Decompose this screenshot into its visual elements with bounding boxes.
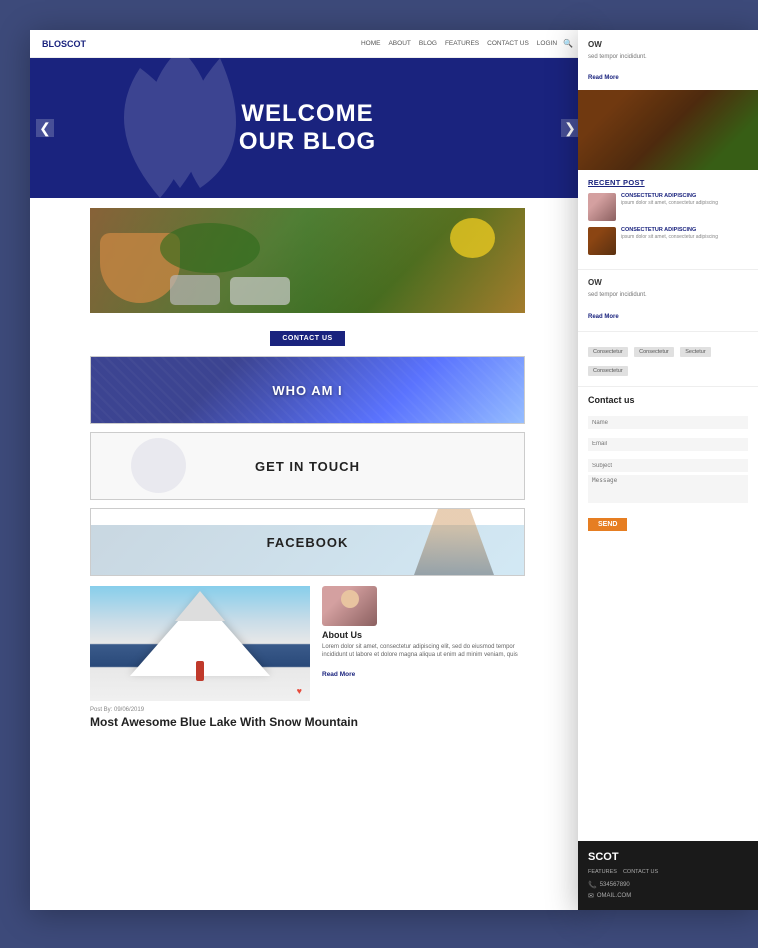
phone-icon: 📞 [588, 881, 597, 889]
hero-banner: WELCOME OUR BLOG ❮ ❯ [30, 58, 585, 198]
nav-blog[interactable]: BLOG [419, 40, 437, 47]
right-second-readmore[interactable]: Read More [588, 314, 619, 320]
navbar-links: HOME ABOUT BLOG FEATURES CONTACT US LOGI… [361, 40, 557, 47]
footer-contact-link[interactable]: CONTACT US [623, 869, 658, 875]
hero-line2: OUR BLOG [239, 128, 376, 156]
right-top-readmore[interactable]: Read More [588, 75, 619, 81]
touch-circle [131, 438, 186, 493]
nav-features[interactable]: FEATURES [445, 40, 479, 47]
post-title: Most Awesome Blue Lake With Snow Mountai… [30, 715, 585, 731]
food-greens-shape [160, 223, 260, 273]
send-button[interactable]: SEND [588, 518, 627, 531]
email-icon: ✉ [588, 892, 594, 900]
widgets-area: WHO AM I GET IN TOUCH FACEBOOK [30, 356, 585, 576]
hero-title: WELCOME OUR BLOG [239, 100, 376, 156]
main-page: BLOSCOT HOME ABOUT BLOG FEATURES CONTACT… [30, 30, 585, 910]
footer-features-link[interactable]: FEATURES [588, 869, 617, 875]
footer-phone-row: 📞 534567890 [588, 881, 748, 889]
who-am-i-label: WHO AM I [272, 383, 342, 398]
food-bowl2-shape [230, 277, 290, 305]
about-title: About Us [322, 630, 525, 640]
post-meta: Post By: 09/06/2019 [30, 701, 585, 715]
recent-thumb-1 [588, 193, 616, 221]
contact-us-button[interactable]: CONTACT US [270, 331, 344, 346]
food-section [30, 198, 585, 323]
navbar: BLOSCOT HOME ABOUT BLOG FEATURES CONTACT… [30, 30, 585, 58]
hero-prev-button[interactable]: ❮ [36, 119, 54, 137]
right-top-text: sed tempor incididunt. [588, 53, 748, 61]
author-face [341, 590, 359, 608]
contact-email-input[interactable] [588, 438, 748, 451]
recent-post-item-2: CONSECTETUR ADIPISCING ipsum dolor sit a… [588, 227, 748, 255]
get-in-touch-label: GET IN TOUCH [255, 459, 360, 474]
navbar-brand: BLOSCOT [42, 39, 86, 49]
recent-post-text-1: CONSECTETUR ADIPISCING ipsum dolor sit a… [621, 193, 748, 207]
tag-1[interactable]: Consectetur [588, 347, 628, 357]
nav-home[interactable]: HOME [361, 40, 381, 47]
recent-post-desc-2: ipsum dolor sit amet, consectetur adipis… [621, 234, 748, 241]
mountain-background [90, 586, 310, 701]
right-second-section: OW sed tempor incididunt. Read More [578, 269, 758, 330]
hero-line1: WELCOME [239, 100, 376, 128]
tag-2[interactable]: Consectetur [634, 347, 674, 357]
right-top-section: OW sed tempor incididunt. Read More [578, 30, 758, 90]
right-panel: OW sed tempor incididunt. Read More RECE… [578, 30, 758, 910]
recent-post-section: RECENT POST CONSECTETUR ADIPISCING ipsum… [578, 170, 758, 269]
right-image-overlay [578, 90, 758, 170]
heart-icon: ♥ [297, 686, 302, 696]
right-second-text: sed tempor incididunt. [588, 291, 748, 299]
food-lemons-shape [450, 218, 495, 258]
contact-name-input[interactable] [588, 416, 748, 429]
contact-form-title: Contact us [588, 395, 748, 405]
hero-next-button[interactable]: ❯ [561, 119, 579, 137]
contact-form-section: Contact us SEND [578, 386, 758, 540]
search-icon[interactable]: 🔍 [563, 39, 573, 48]
recent-thumb-2 [588, 227, 616, 255]
author-thumbnail [322, 586, 377, 626]
tag-4[interactable]: Consectetur [588, 366, 628, 376]
facebook-label: FACEBOOK [267, 535, 349, 550]
nav-about[interactable]: ABOUT [388, 40, 410, 47]
footer-section: SCOT FEATURES CONTACT US 📞 534567890 ✉ O… [578, 841, 758, 910]
footer-email-row: ✉ OMAIL.COM [588, 892, 748, 900]
get-in-touch-card[interactable]: GET IN TOUCH [90, 432, 525, 500]
who-am-i-card[interactable]: WHO AM I [90, 356, 525, 424]
footer-links: FEATURES CONTACT US [588, 869, 748, 875]
blog-main-image: ♥ [90, 586, 310, 701]
recent-post-heading-1: CONSECTETUR ADIPISCING [621, 193, 748, 199]
contact-button-wrap: CONTACT US [30, 323, 585, 356]
nav-login[interactable]: LOGIN [537, 40, 557, 47]
tags-section: Consectetur Consectetur Sectetur Consect… [578, 331, 758, 386]
facebook-card[interactable]: FACEBOOK [90, 508, 525, 576]
nav-contact[interactable]: CONTACT US [487, 40, 529, 47]
food-image [90, 208, 525, 313]
footer-brand: SCOT [588, 851, 748, 863]
about-read-more[interactable]: Read More [322, 671, 355, 678]
right-top-title: OW [588, 40, 748, 49]
blog-section: ♥ About Us Lorem dolor sit amet, consect… [30, 586, 585, 701]
mountain-snow [175, 591, 225, 621]
recent-post-heading-2: CONSECTETUR ADIPISCING [621, 227, 748, 233]
footer-email-text: OMAIL.COM [597, 893, 631, 899]
recent-post-title: RECENT POST [588, 178, 748, 187]
contact-subject-input[interactable] [588, 459, 748, 472]
blog-info: About Us Lorem dolor sit amet, consectet… [322, 586, 525, 701]
food-bowl1-shape [170, 275, 220, 305]
tag-3[interactable]: Sectetur [680, 347, 710, 357]
recent-post-desc-1: ipsum dolor sit amet, consectetur adipis… [621, 200, 748, 207]
contact-message-input[interactable] [588, 475, 748, 503]
recent-post-item-1: CONSECTETUR ADIPISCING ipsum dolor sit a… [588, 193, 748, 221]
person-figure [196, 661, 204, 681]
right-image-block [578, 90, 758, 170]
recent-post-text-2: CONSECTETUR ADIPISCING ipsum dolor sit a… [621, 227, 748, 241]
right-second-title: OW [588, 278, 748, 287]
footer-phone-text: 534567890 [600, 882, 630, 888]
about-text: Lorem dolor sit amet, consectetur adipis… [322, 643, 525, 660]
fb-person [414, 509, 494, 575]
